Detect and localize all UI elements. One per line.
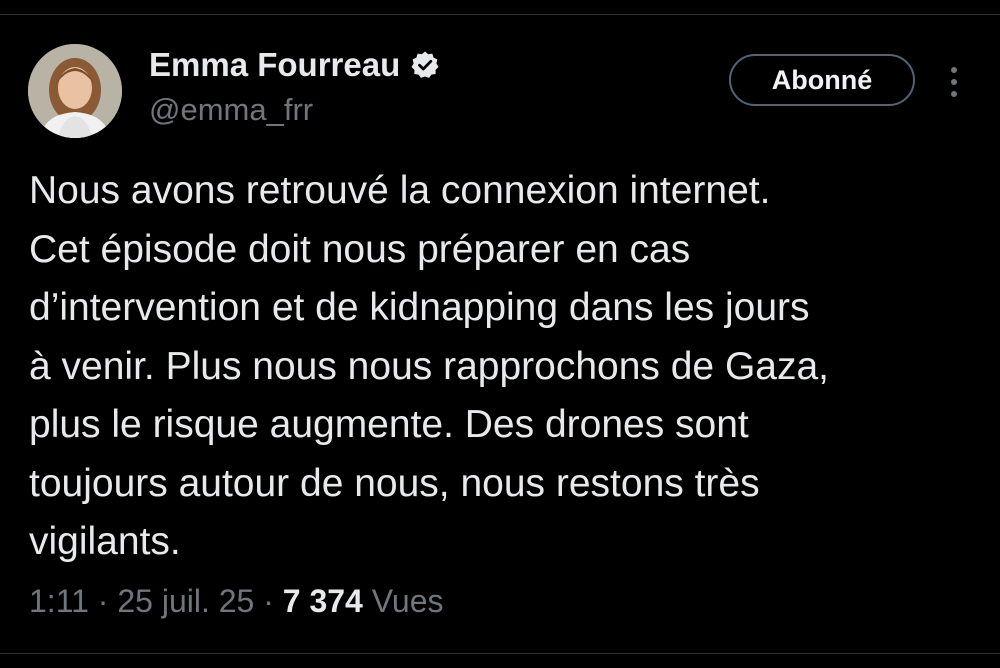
tweet-date[interactable]: 25 juil. 25: [117, 583, 254, 619]
author-handle[interactable]: @emma_frr: [149, 92, 313, 128]
tweet-line: à venir. Plus nous nous rapprochons de G…: [29, 344, 829, 388]
views-label: Vues: [371, 583, 444, 619]
meta-separator: ·: [97, 583, 109, 619]
verified-badge-icon: [411, 51, 439, 78]
tweet-line: plus le risque augmente. Des drones sont: [29, 403, 749, 446]
top-divider: [0, 14, 1000, 15]
tweet-line: Nous avons retrouvé la connexion interne…: [29, 169, 771, 212]
tweet-time[interactable]: 1:11: [29, 583, 89, 619]
more-vertical-icon[interactable]: [942, 62, 966, 102]
tweet-line: d’intervention et de kidnapping dans les…: [29, 286, 810, 329]
tweet-meta: 1:11 · 25 juil. 25 · 7 374 Vues: [29, 583, 443, 620]
tweet-text: Nous avons retrouvé la connexion interne…: [29, 162, 979, 572]
following-button[interactable]: Abonné: [729, 54, 915, 106]
author-name-row[interactable]: Emma Fourreau: [149, 46, 440, 84]
author-name[interactable]: Emma Fourreau: [149, 46, 400, 84]
bottom-divider: [0, 653, 1000, 654]
avatar[interactable]: [28, 44, 122, 138]
views-count: 7 374: [282, 583, 363, 619]
tweet-line: vigilants.: [29, 520, 181, 563]
tweet-line: toujours autour de nous, nous restons tr…: [29, 461, 760, 505]
tweet-line: Cet épisode doit nous préparer en cas: [29, 227, 691, 271]
meta-separator: ·: [263, 583, 274, 619]
